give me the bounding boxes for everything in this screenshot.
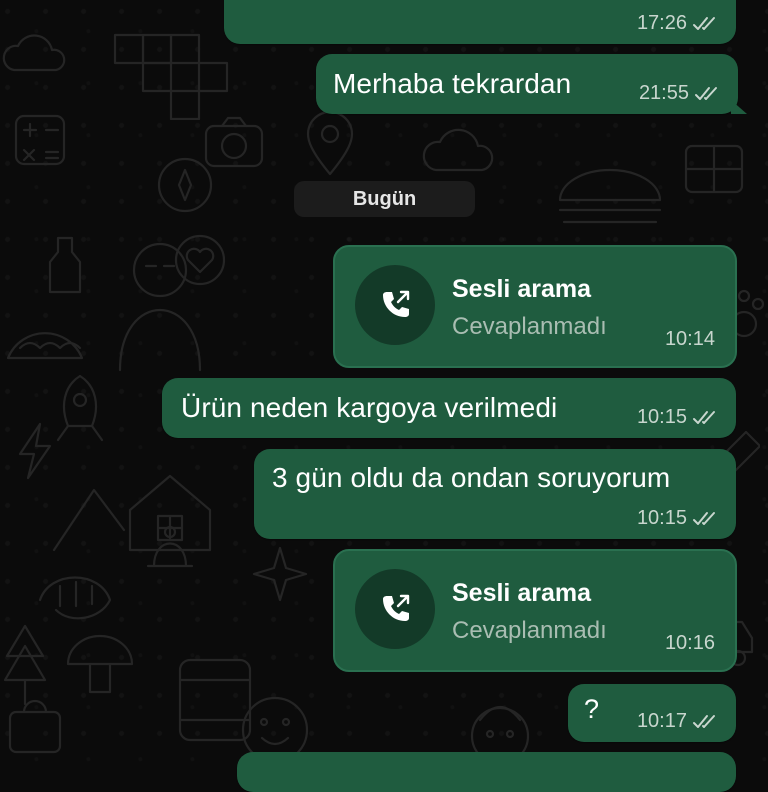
message-meta: 10:15: [637, 406, 718, 429]
message-text: ?: [584, 694, 600, 724]
call-icon-circle: [355, 569, 435, 649]
calculator-doodle-icon: [14, 114, 66, 166]
bottle-doodle-icon: [48, 236, 82, 294]
call-title: Sesli arama: [452, 579, 591, 607]
mushroom-doodle-icon: [66, 634, 134, 694]
outgoing-message-bubble[interactable]: 3 gün oldu da ondan soruyorum 10:15: [254, 449, 736, 539]
double-check-icon: [693, 410, 715, 424]
phone-outgoing-icon: [383, 290, 410, 317]
phone-outgoing-icon: [383, 594, 410, 621]
voice-call-card[interactable]: Sesli arama Cevaplanmadı 10:16: [333, 549, 737, 672]
sparkle-doodle-icon: [252, 546, 308, 602]
outgoing-message-bubble[interactable]: 17:26: [224, 0, 736, 44]
outgoing-message-bubble[interactable]: [237, 752, 736, 792]
voice-call-card[interactable]: Sesli arama Cevaplanmadı 10:14: [333, 245, 737, 368]
location-pin-doodle-icon: [306, 110, 354, 176]
cloud-doodle-icon: [422, 128, 494, 172]
bag-doodle-icon: [8, 699, 62, 754]
outgoing-message-bubble[interactable]: Ürün neden kargoya verilmedi 10:15: [162, 378, 736, 438]
call-time: 10:14: [664, 328, 715, 350]
date-separator-label: Bugün: [352, 187, 417, 210]
date-separator: Bugün: [294, 181, 475, 217]
message-meta: 17:26: [637, 12, 718, 35]
hat-doodle-icon: [146, 525, 194, 568]
taco-doodle-icon: [6, 332, 84, 360]
heart-doodle-icon: [174, 234, 226, 286]
call-status: Cevaplanmadı: [452, 617, 607, 644]
call-status: Cevaplanmadı: [452, 313, 607, 340]
call-time: 10:16: [664, 632, 715, 654]
call-icon-circle: [355, 265, 435, 345]
message-time: 10:15: [636, 507, 687, 529]
outgoing-message-bubble[interactable]: Merhaba tekrardan 21:55: [316, 54, 747, 114]
hamburger-doodle-icon: [558, 168, 662, 224]
message-text: Merhaba tekrardan: [333, 68, 572, 99]
double-check-icon: [693, 16, 715, 30]
double-check-icon: [693, 714, 715, 728]
message-meta: 10:17: [637, 710, 718, 733]
message-time: 17:26: [636, 12, 687, 34]
message-time: 10:15: [636, 406, 687, 428]
compass-doodle-icon: [157, 157, 213, 213]
grid-doodle-icon: [684, 144, 744, 194]
message-text: 3 gün oldu da ondan soruyorum: [272, 462, 671, 493]
message-time: 10:17: [636, 710, 687, 732]
message-time: 21:55: [638, 82, 689, 104]
message-meta: 10:15: [637, 507, 718, 530]
message-text: Ürün neden kargoya verilmedi: [181, 392, 558, 423]
message-meta: 21:55: [639, 82, 720, 105]
double-check-icon: [695, 86, 717, 100]
call-title: Sesli arama: [452, 275, 591, 303]
outgoing-message-bubble[interactable]: ? 10:17: [568, 684, 736, 742]
cloud-rain-doodle-icon: [2, 34, 66, 72]
double-check-icon: [693, 511, 715, 525]
